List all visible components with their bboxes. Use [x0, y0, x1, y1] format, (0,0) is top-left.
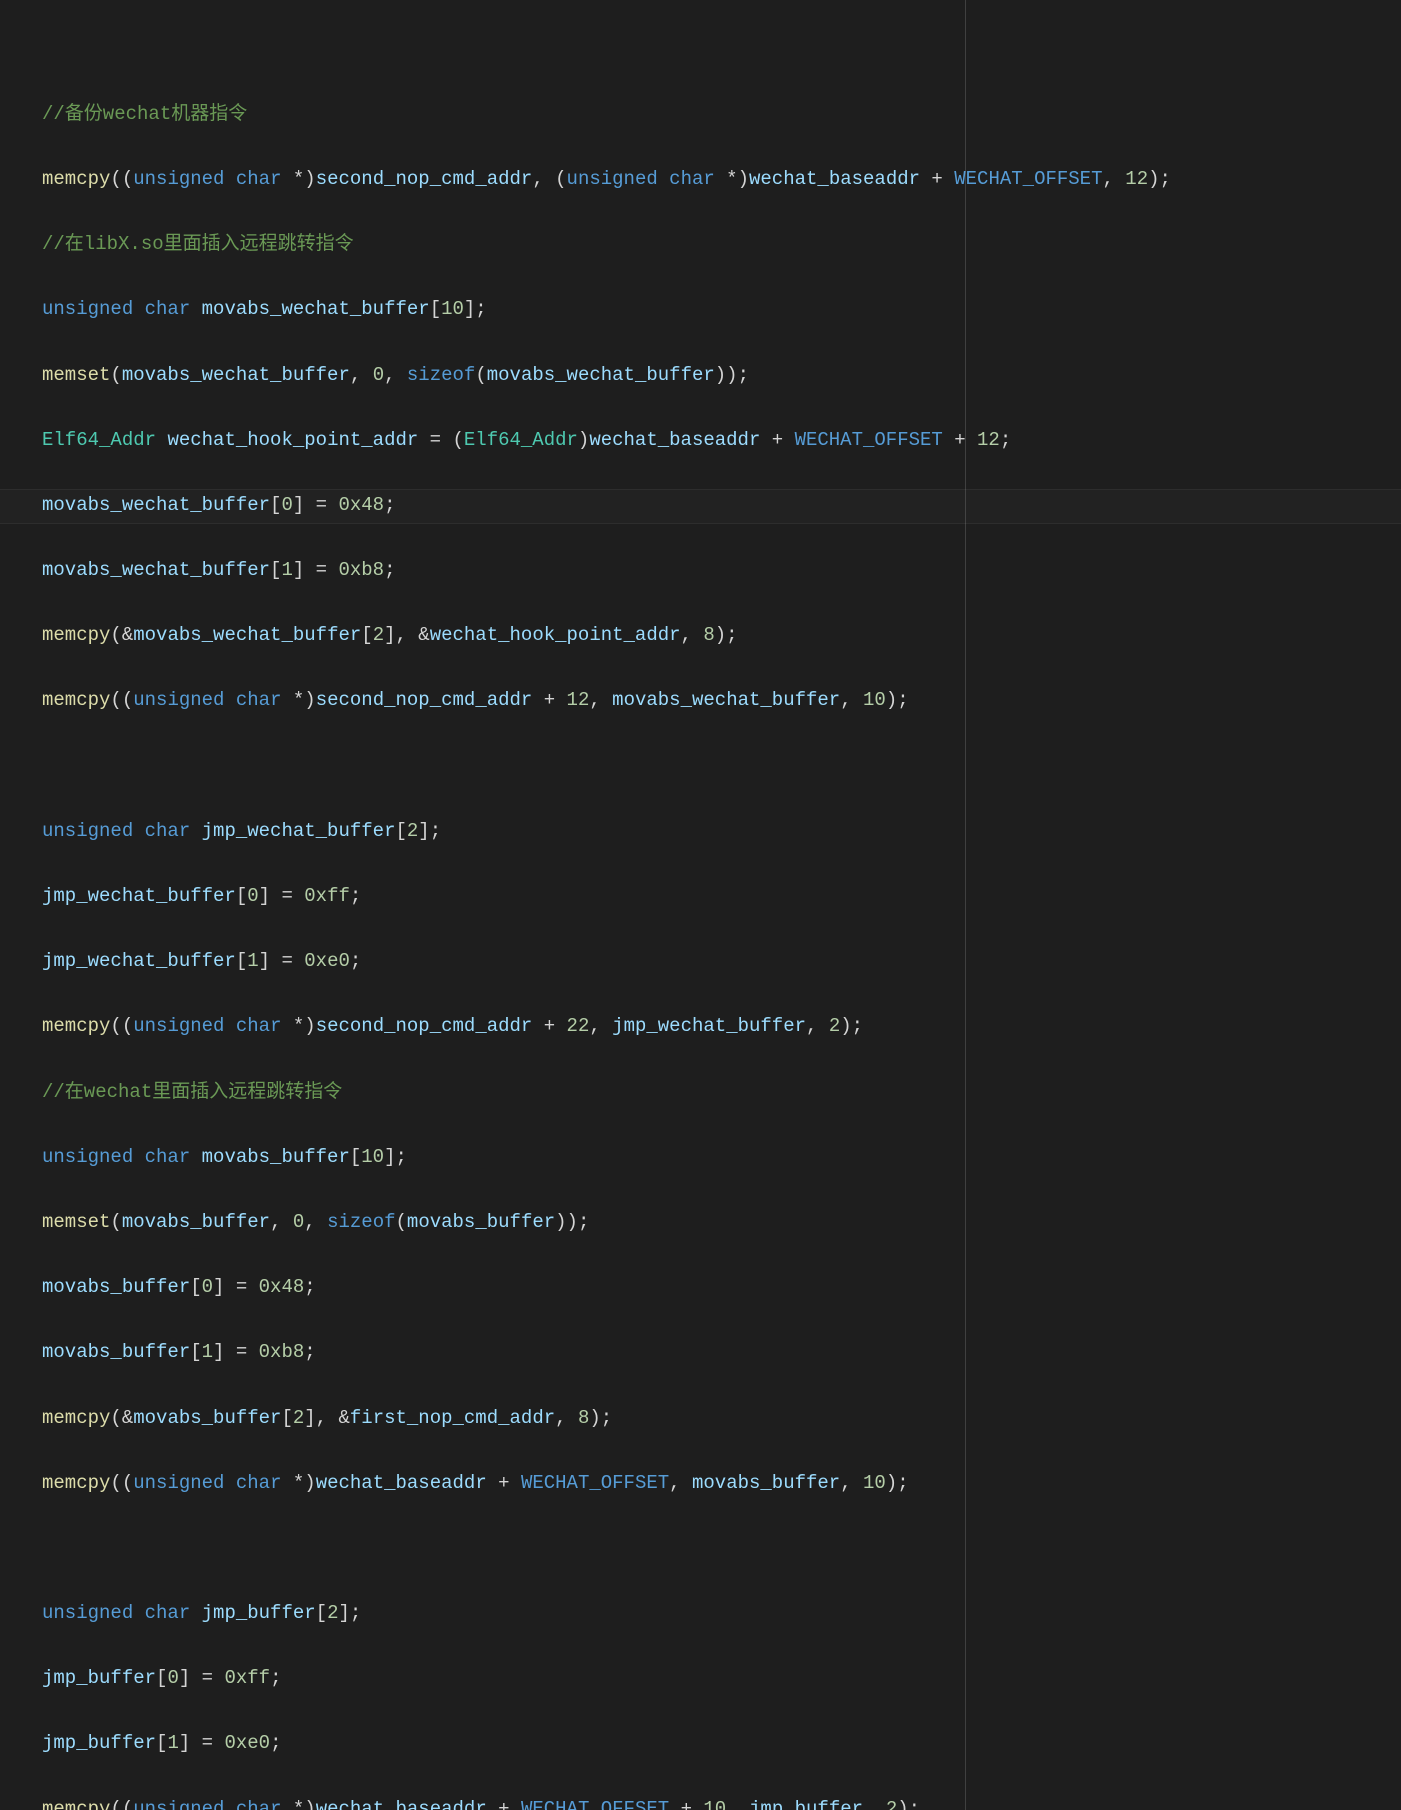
code-line: jmp_wechat_buffer[1] = 0xe0;: [42, 945, 1401, 978]
code-line: unsigned char jmp_buffer[2];: [42, 1597, 1401, 1630]
id-movabs-wechat: movabs_wechat_buffer: [202, 298, 430, 320]
code-line: movabs_wechat_buffer[1] = 0xb8;: [42, 554, 1401, 587]
macro-offset: WECHAT_OFFSET: [954, 168, 1102, 190]
code-line: //在wechat里面插入远程跳转指令: [42, 1076, 1401, 1109]
code-line: memcpy((unsigned char *)second_nop_cmd_a…: [42, 1010, 1401, 1043]
kw-unsigned: unsigned: [133, 168, 224, 190]
code-line: memcpy((unsigned char *)wechat_baseaddr …: [42, 1467, 1401, 1500]
id-jmp: jmp_buffer: [202, 1602, 316, 1624]
code-line: movabs_buffer[0] = 0x48;: [42, 1271, 1401, 1304]
code-line: movabs_wechat_buffer[0] = 0x48;: [42, 489, 1401, 522]
code-line: memset(movabs_wechat_buffer, 0, sizeof(m…: [42, 359, 1401, 392]
fn-memset: memset: [42, 364, 110, 386]
code-line: Elf64_Addr wechat_hook_point_addr = (Elf…: [42, 424, 1401, 457]
id-jmp-wechat: jmp_wechat_buffer: [202, 820, 396, 842]
code-line: //在libX.so里面插入远程跳转指令: [42, 228, 1401, 261]
type-elf64: Elf64_Addr: [42, 429, 156, 451]
code-line: memcpy(&movabs_buffer[2], &first_nop_cmd…: [42, 1402, 1401, 1435]
code-line: jmp_wechat_buffer[0] = 0xff;: [42, 880, 1401, 913]
code-line: unsigned char movabs_wechat_buffer[10];: [42, 293, 1401, 326]
id-first-nop: first_nop_cmd_addr: [350, 1407, 555, 1429]
code-editor[interactable]: //备份wechat机器指令 memcpy((unsigned char *)s…: [0, 0, 1401, 1810]
code-line: memcpy((unsigned char *)second_nop_cmd_a…: [42, 163, 1401, 196]
code-line: memcpy((unsigned char *)wechat_baseaddr …: [42, 1793, 1401, 1810]
code-line: [42, 750, 1401, 783]
code-line: [42, 1532, 1401, 1565]
id-second-nop: second_nop_cmd_addr: [316, 168, 533, 190]
comment: //备份wechat机器指令: [42, 103, 247, 125]
comment: //在wechat里面插入远程跳转指令: [42, 1081, 342, 1103]
id-movabs: movabs_buffer: [202, 1146, 350, 1168]
code-line: unsigned char movabs_buffer[10];: [42, 1141, 1401, 1174]
id-hook-point: wechat_hook_point_addr: [167, 429, 418, 451]
code-line: jmp_buffer[0] = 0xff;: [42, 1662, 1401, 1695]
kw-sizeof: sizeof: [407, 364, 475, 386]
code-line: jmp_buffer[1] = 0xe0;: [42, 1727, 1401, 1760]
code-line: unsigned char jmp_wechat_buffer[2];: [42, 815, 1401, 848]
fn-memcpy: memcpy: [42, 168, 110, 190]
id-wechat-base: wechat_baseaddr: [749, 168, 920, 190]
code-line: memset(movabs_buffer, 0, sizeof(movabs_b…: [42, 1206, 1401, 1239]
comment: //在libX.so里面插入远程跳转指令: [42, 233, 354, 255]
code-line: memcpy((unsigned char *)second_nop_cmd_a…: [42, 684, 1401, 717]
code-line: movabs_buffer[1] = 0xb8;: [42, 1336, 1401, 1369]
kw-char: char: [236, 168, 282, 190]
code-line: //备份wechat机器指令: [42, 98, 1401, 131]
code-line: memcpy(&movabs_wechat_buffer[2], &wechat…: [42, 619, 1401, 652]
